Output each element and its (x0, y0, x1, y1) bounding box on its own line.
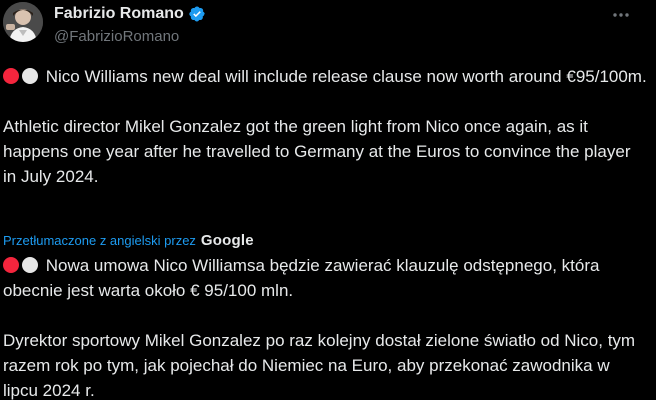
tweet-paragraph-2: Athletic director Mikel Gonzalez got the… (3, 117, 631, 186)
red-circle-icon (3, 68, 19, 84)
tweet-header: Fabrizio Romano @FabrizioRomano (0, 0, 656, 60)
white-circle-icon (22, 68, 38, 84)
white-circle-icon (22, 257, 38, 273)
translation-label-link[interactable]: Przetłumaczone z angielski przez (3, 233, 196, 248)
translated-paragraph-2: Dyrektor sportowy Mikel Gonzalez po raz … (3, 331, 636, 400)
red-circle-icon (3, 257, 19, 273)
translation-attribution: Przetłumaczone z angielski przez Google (3, 229, 254, 251)
translated-paragraph-1: Nowa umowa Nico Williamsa będzie zawiera… (3, 253, 648, 303)
google-logo: Google (200, 231, 254, 249)
display-name[interactable]: Fabrizio Romano (54, 4, 184, 24)
user-handle[interactable]: @FabrizioRomano (54, 27, 179, 47)
more-options-button[interactable] (606, 2, 636, 28)
translated-line-1: Nowa umowa Nico Williamsa będzie zawiera… (3, 256, 600, 300)
tweet-line-1: Nico Williams new deal will include rele… (45, 67, 647, 86)
translated-text: Nowa umowa Nico Williamsa będzie zawiera… (3, 253, 648, 400)
tweet-text: Nico Williams new deal will include rele… (3, 64, 648, 189)
verified-badge-icon (188, 5, 206, 23)
avatar[interactable] (3, 2, 43, 42)
avatar-image (3, 2, 43, 42)
tweet-paragraph-1: Nico Williams new deal will include rele… (3, 64, 648, 89)
name-row: Fabrizio Romano (54, 3, 206, 25)
more-horizontal-icon (613, 13, 629, 17)
tweet: Fabrizio Romano @FabrizioRomano Nico Wil… (0, 0, 656, 400)
